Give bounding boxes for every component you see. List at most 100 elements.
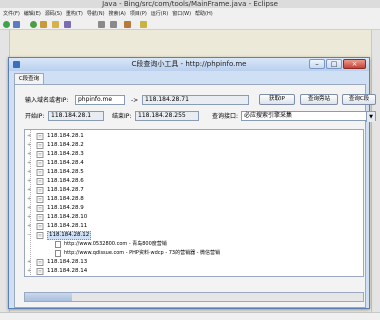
tree-node[interactable]: +118.184.28.3 <box>25 150 363 159</box>
document-icon <box>36 232 44 239</box>
eclipse-menu-item[interactable]: 编辑(E) <box>24 10 41 17</box>
expand-icon[interactable]: + <box>27 258 34 267</box>
tree-node[interactable]: +118.184.28.9 <box>25 204 363 213</box>
resolved-ip-field[interactable]: 118.184.28.71 <box>142 95 249 105</box>
tree-node-label: 118.184.28.4 <box>47 160 84 166</box>
tree-child-item[interactable]: http://www.qdissue.com - PHP资料·wdcp - 73… <box>25 249 363 258</box>
api-label: 查询接口: <box>212 113 239 120</box>
eclipse-menu-item[interactable]: 源码(S) <box>45 10 62 17</box>
tree-node-label: 118.184.28.13 <box>47 259 88 265</box>
expand-icon[interactable]: + <box>27 195 34 204</box>
expand-icon[interactable]: + <box>27 186 34 195</box>
tree-node[interactable]: +118.184.28.1 <box>25 132 363 141</box>
document-icon <box>36 268 44 275</box>
expand-icon[interactable]: + <box>27 159 34 168</box>
tree-node[interactable]: +118.184.28.10 <box>25 213 363 222</box>
eclipse-menu-bar: 文件(F) 编辑(E) 源码(S) 重构(T) 导航(N) 搜索(A) 项目(P) 运行(R)… <box>0 8 380 19</box>
tree-node[interactable]: +118.184.28.4 <box>25 159 363 168</box>
eclipse-title-bar: Java - Bing/src/com/tools/MainFrame.java… <box>0 0 380 8</box>
progress-bar <box>24 292 364 302</box>
tree-node-label: 118.184.28.5 <box>47 169 84 175</box>
tree-node-label: 118.184.28.10 <box>47 214 88 220</box>
document-icon <box>36 187 44 194</box>
eclipse-menu-item[interactable]: 重构(T) <box>66 10 83 17</box>
document-icon <box>36 223 44 230</box>
tree-node-label: 118.184.28.7 <box>47 187 84 193</box>
tree-node[interactable]: +118.184.28.11 <box>25 222 363 231</box>
tree-node[interactable]: +118.184.28.5 <box>25 168 363 177</box>
eclipse-right-pane <box>371 30 380 312</box>
open-type-icon[interactable] <box>40 21 47 28</box>
nav-forward-icon[interactable] <box>110 21 117 28</box>
start-ip-field[interactable]: 118.184.28.1 <box>48 111 104 121</box>
arrow-text: -> <box>131 97 139 104</box>
get-ip-button[interactable]: 获取IP <box>259 94 295 105</box>
chevron-down-icon[interactable]: ▼ <box>366 112 375 122</box>
tree-child-item[interactable]: http://www.0532800.com - 青岛800度营销 <box>25 240 363 249</box>
expand-icon[interactable]: + <box>27 204 34 213</box>
domain-label: 输入域名或者IP: <box>25 97 69 104</box>
tree-node-label: 118.184.28.1 <box>47 133 84 139</box>
tree-node-label: 118.184.28.2 <box>47 142 84 148</box>
document-icon <box>36 133 44 140</box>
expand-icon[interactable]: + <box>27 222 34 231</box>
tree-node-label: 118.184.28.15 <box>47 276 87 277</box>
domain-input[interactable]: phpinfo.me <box>75 95 125 105</box>
expand-icon[interactable]: + <box>27 168 34 177</box>
tree-node[interactable]: +118.184.28.7 <box>25 186 363 195</box>
eclipse-menu-item[interactable]: 项目(P) <box>130 10 147 17</box>
file-icon <box>55 250 61 257</box>
expand-icon[interactable]: + <box>27 177 34 186</box>
expand-icon[interactable]: + <box>27 132 34 141</box>
tree-node[interactable]: +118.184.28.8 <box>25 195 363 204</box>
perspective-icon[interactable] <box>124 21 131 28</box>
api-select-value: 必应搜索引擎采集 <box>244 112 293 119</box>
debug-icon[interactable] <box>13 21 20 28</box>
tree-node[interactable]: +118.184.28.13 <box>25 258 363 267</box>
eclipse-menu-item[interactable]: 运行(R) <box>151 10 168 17</box>
expand-icon[interactable]: + <box>27 150 34 159</box>
document-icon <box>36 196 44 203</box>
query-side-sites-button[interactable]: 查询旁站 <box>300 94 338 105</box>
document-icon <box>36 160 44 167</box>
expand-icon[interactable]: + <box>27 141 34 150</box>
tree-node-label: 118.184.28.11 <box>47 223 88 229</box>
tree-node[interactable]: − 118.184.28.12 <box>25 231 363 240</box>
minimize-button[interactable]: – <box>309 59 325 69</box>
run-icon[interactable] <box>3 21 10 28</box>
eclipse-menu-item[interactable]: 窗口(W) <box>172 10 191 17</box>
collapse-icon[interactable]: − <box>27 231 34 240</box>
tree-node-label: 118.184.28.9 <box>47 205 84 211</box>
tree-node[interactable]: +118.184.28.6 <box>25 177 363 186</box>
nav-back-icon[interactable] <box>98 21 105 28</box>
eclipse-menu-item[interactable]: 搜索(A) <box>109 10 126 17</box>
maximize-button[interactable]: □ <box>326 59 342 69</box>
search-icon[interactable] <box>52 21 59 28</box>
expand-icon[interactable]: + <box>27 276 34 277</box>
eclipse-menu-item[interactable]: 导航(N) <box>87 10 105 17</box>
tree-node[interactable]: +118.184.28.15 <box>25 276 363 277</box>
api-select[interactable]: 必应搜索引擎采集 ▼ <box>241 111 376 122</box>
tree-node[interactable]: +118.184.28.2 <box>25 141 363 150</box>
tree-child-label: http://www.0532800.com - 青岛800度营销 <box>64 241 167 247</box>
document-icon <box>36 178 44 185</box>
eclipse-menu-item[interactable]: 文件(F) <box>3 10 20 17</box>
c-segment-query-window: C段查询小工具 - http://phpinfo.me – □ × C段查询 输… <box>8 57 376 309</box>
expand-icon[interactable]: + <box>27 267 34 276</box>
tree-node-label: 118.184.28.6 <box>47 178 84 184</box>
eclipse-status-bar <box>0 312 380 320</box>
end-ip-field[interactable]: 118.184.28.255 <box>135 111 199 121</box>
close-button[interactable]: × <box>343 59 366 69</box>
document-icon <box>36 151 44 158</box>
eclipse-menu-item[interactable]: 帮助(H) <box>195 10 213 17</box>
package-icon[interactable] <box>64 21 71 28</box>
tree-node[interactable]: +118.184.28.14 <box>25 267 363 276</box>
end-ip-label: 结束IP: <box>112 113 132 120</box>
query-c-segment-button[interactable]: 查询C段 <box>342 94 376 105</box>
ip-tree[interactable]: +118.184.28.1 +118.184.28.2 +118.184.28.3 +… <box>24 129 364 277</box>
new-class-icon[interactable] <box>30 21 37 28</box>
window-title-bar[interactable]: C段查询小工具 - http://phpinfo.me – □ × <box>9 58 369 71</box>
tree-node-label: 118.184.28.12 <box>47 231 92 240</box>
annotation-icon[interactable] <box>140 21 147 28</box>
expand-icon[interactable]: + <box>27 213 34 222</box>
